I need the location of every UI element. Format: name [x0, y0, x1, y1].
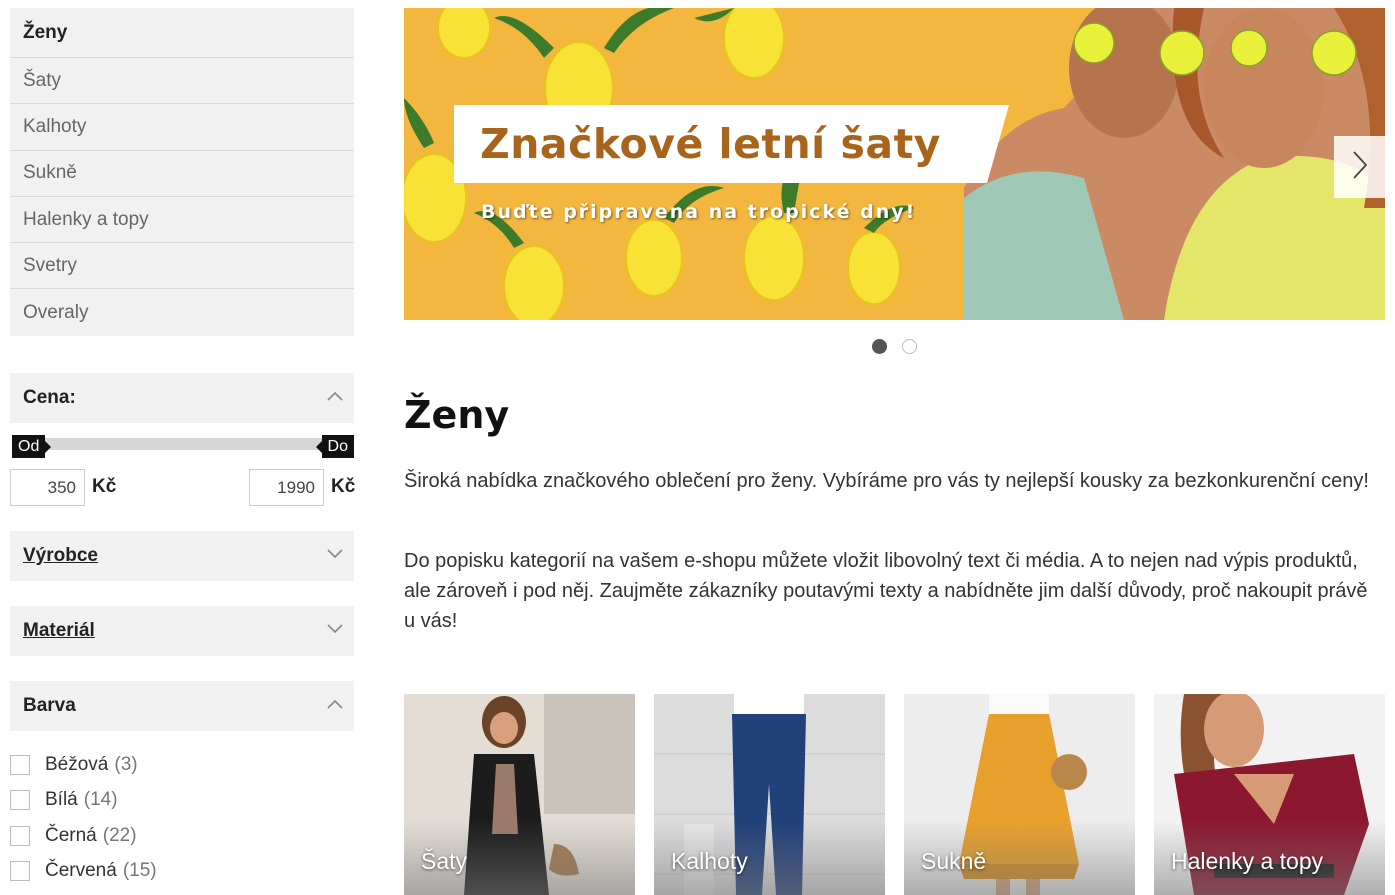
- chevron-down-icon: [327, 549, 343, 563]
- banner-dot-1[interactable]: [872, 339, 887, 354]
- chevron-down-icon: [327, 624, 343, 638]
- tile-label: Šaty: [421, 848, 468, 874]
- category-item-saty[interactable]: Šaty: [10, 58, 354, 105]
- category-nav: Ženy Šaty Kalhoty Sukně Halenky a topy S…: [10, 8, 354, 336]
- subcategory-tile-sukne[interactable]: Sukně: [904, 694, 1135, 895]
- price-min-currency: Kč: [92, 476, 117, 497]
- price-range-bar: [20, 438, 344, 450]
- chevron-right-icon: [1352, 150, 1368, 185]
- category-item-halenky[interactable]: Halenky a topy: [10, 197, 354, 244]
- category-description-1: Široká nabídka značkového oblečení pro ž…: [404, 470, 1369, 492]
- tile-label: Halenky a topy: [1171, 848, 1324, 874]
- category-item-svetry[interactable]: Svetry: [10, 243, 354, 290]
- price-range-max-handle[interactable]: Do: [315, 435, 354, 458]
- color-filter-label: Barva: [23, 695, 76, 716]
- color-option-bezova[interactable]: Béžová (3): [10, 753, 138, 777]
- category-nav-heading[interactable]: Ženy: [10, 8, 354, 58]
- price-max-currency: Kč: [331, 476, 356, 497]
- page-title: Ženy: [404, 393, 510, 437]
- price-filter-header[interactable]: Cena:: [10, 373, 354, 423]
- price-min-input[interactable]: [10, 469, 85, 506]
- banner-dot-2[interactable]: [902, 339, 917, 354]
- checkbox[interactable]: [10, 826, 30, 846]
- checkbox[interactable]: [10, 861, 30, 881]
- material-filter-label: Materiál: [23, 620, 95, 641]
- color-option-cerna[interactable]: Černá (22): [10, 824, 137, 848]
- tile-label: Sukně: [921, 848, 987, 874]
- material-filter-header[interactable]: Materiál: [10, 606, 354, 656]
- banner-subtitle: Buďte připravena na tropické dny!: [481, 201, 917, 223]
- color-option-name: Červená: [45, 860, 117, 881]
- manufacturer-filter-label: Výrobce: [23, 545, 98, 566]
- checkbox[interactable]: [10, 755, 30, 775]
- chevron-up-icon: [327, 699, 343, 713]
- subcategory-tile-saty[interactable]: Šaty: [404, 694, 635, 895]
- color-option-name: Bílá: [45, 789, 78, 810]
- tile-label: Kalhoty: [671, 848, 748, 874]
- color-option-name: Béžová: [45, 754, 109, 775]
- banner-pagination: [872, 339, 917, 354]
- category-description-2: Do popisku kategorií na vašem e-shopu mů…: [404, 550, 1368, 632]
- category-item-sukne[interactable]: Sukně: [10, 151, 354, 197]
- color-option-count: (22): [102, 825, 137, 846]
- checkbox[interactable]: [10, 790, 30, 810]
- banner-title: Značkové letní šaty: [454, 105, 1009, 183]
- subcategory-tile-kalhoty[interactable]: Kalhoty: [654, 694, 885, 895]
- price-range-slider[interactable]: Od Do: [10, 435, 354, 458]
- color-option-name: Černá: [45, 825, 97, 846]
- color-option-count: (14): [83, 789, 118, 810]
- price-range-min-handle[interactable]: Od: [12, 435, 52, 458]
- price-filter-label: Cena:: [23, 387, 76, 408]
- color-option-cervena[interactable]: Červená (15): [10, 859, 157, 883]
- color-option-bila[interactable]: Bílá (14): [10, 788, 118, 812]
- color-option-count: (3): [114, 754, 138, 775]
- color-option-count: (15): [122, 860, 157, 881]
- banner-next-button[interactable]: [1334, 136, 1385, 198]
- category-item-overaly[interactable]: Overaly: [10, 289, 354, 335]
- manufacturer-filter-header[interactable]: Výrobce: [10, 531, 354, 581]
- color-filter-header[interactable]: Barva: [10, 681, 354, 731]
- chevron-up-icon: [327, 391, 343, 405]
- promo-banner[interactable]: Značkové letní šaty Buďte připravena na …: [404, 8, 1385, 320]
- price-max-input[interactable]: [249, 469, 324, 506]
- sidebar: Ženy Šaty Kalhoty Sukně Halenky a topy S…: [10, 8, 355, 881]
- category-item-kalhoty[interactable]: Kalhoty: [10, 104, 354, 151]
- subcategory-tile-halenky[interactable]: Halenky a topy: [1154, 694, 1385, 895]
